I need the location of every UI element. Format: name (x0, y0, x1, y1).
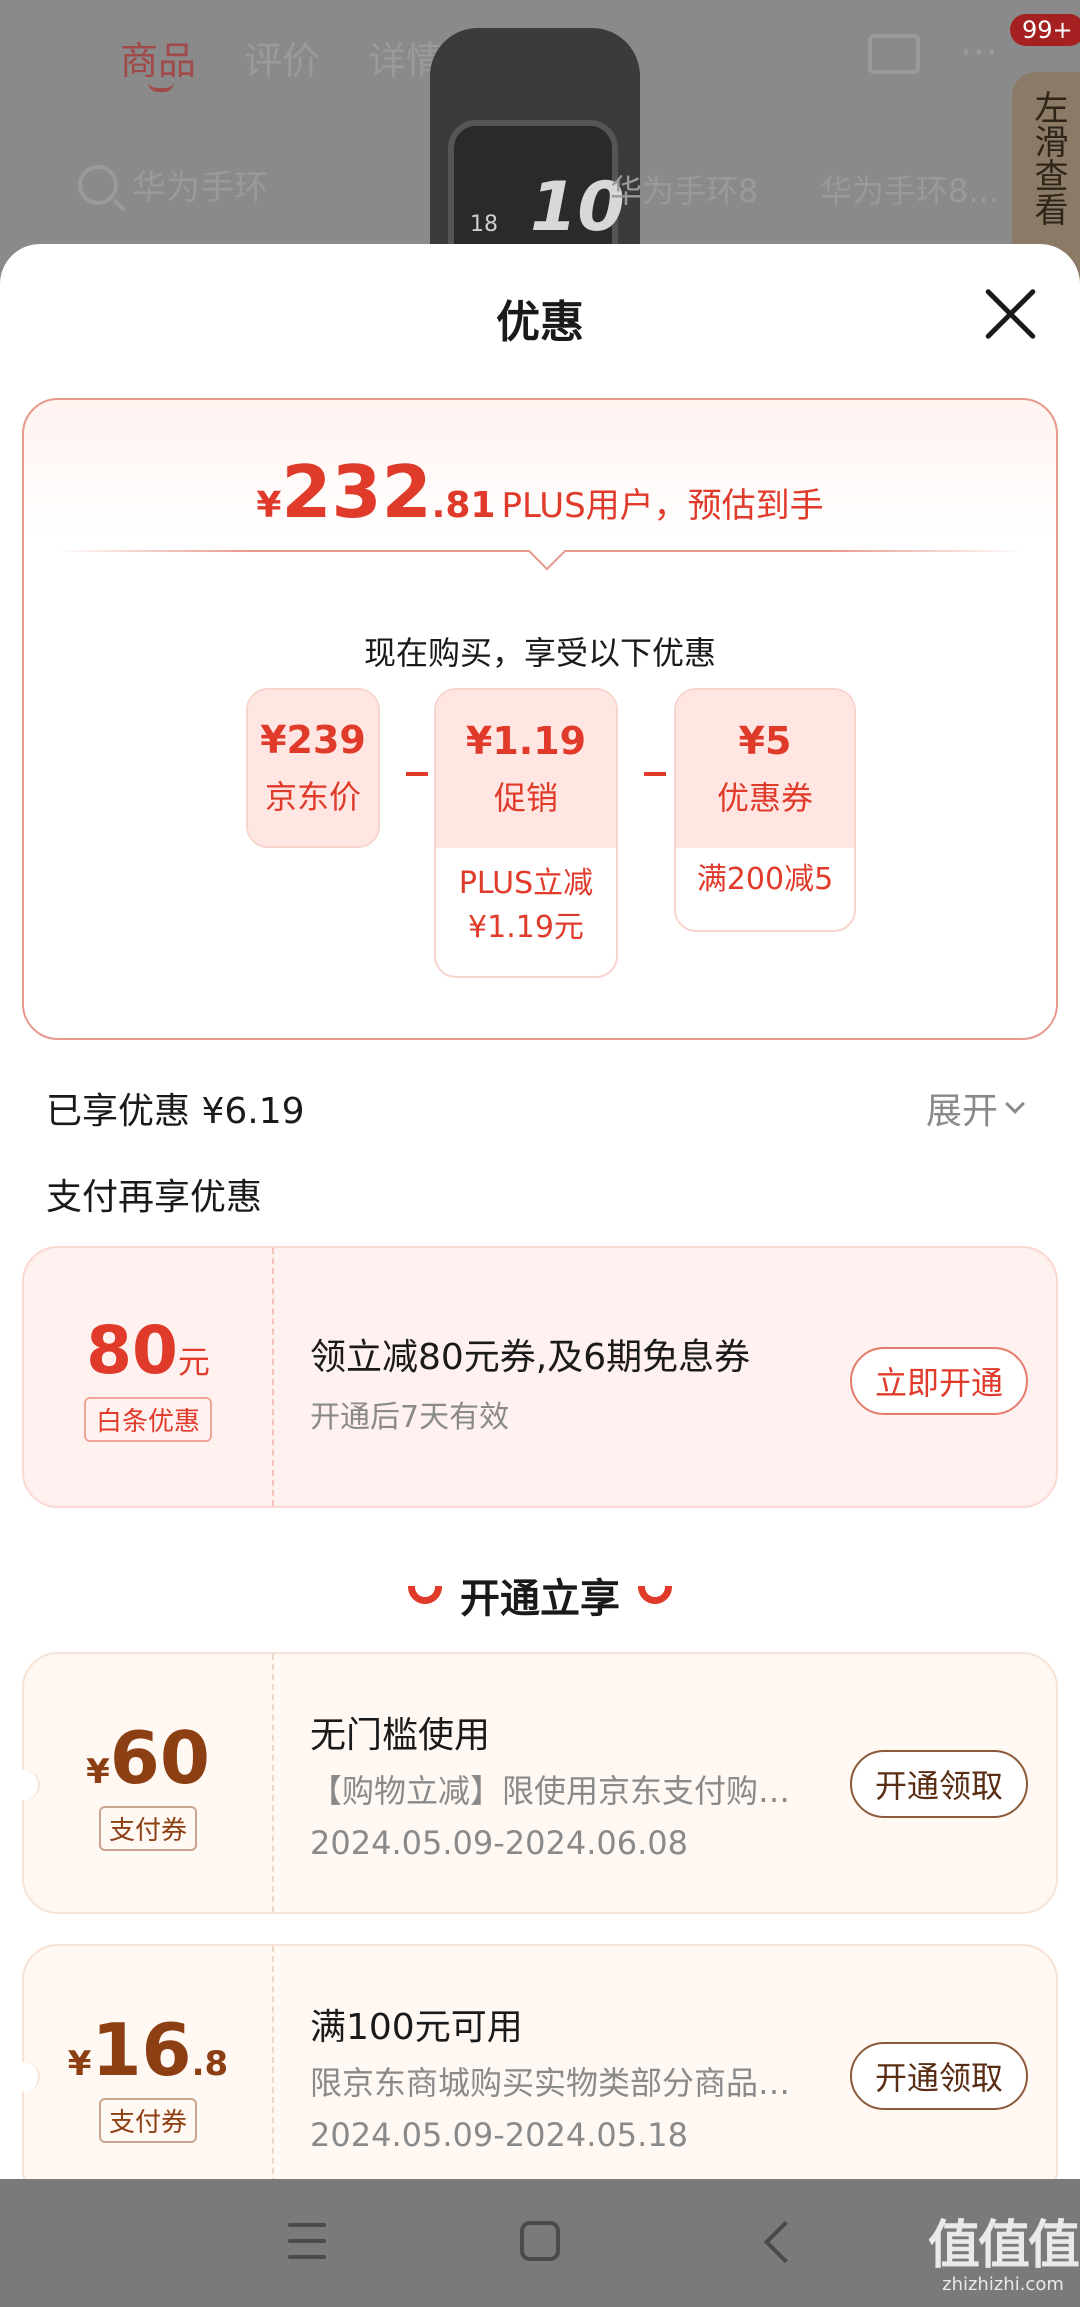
baitiao-amount-unit: 元 (177, 1343, 210, 1381)
baitiao-title: 领立减80元券,及6期免息券 (310, 1337, 751, 1378)
watermark-url: zhizhizhi.com (942, 2274, 1064, 2295)
product-tabs: 商品 评价 详情 (120, 30, 444, 85)
search-bar[interactable]: 华为手环 (78, 160, 268, 209)
minus-sign (406, 772, 428, 776)
pay-more-heading: 支付再享优惠 (46, 1177, 263, 1218)
price-breakdown-card: ¥232.81 PLUS用户，预估到手 现在购买，享受以下优惠 ¥239 京东价 … (22, 398, 1058, 1040)
claim-coupon-button[interactable]: 开通领取 (850, 1750, 1028, 1818)
search-icon (78, 164, 118, 205)
claim-coupon-button[interactable]: 开通领取 (850, 2042, 1028, 2110)
promotion-note: PLUS立减 ¥1.19元 (436, 848, 616, 950)
coupon-currency: ¥ (86, 1751, 110, 1792)
baitiao-subtitle: 开通后7天有效 (310, 1400, 510, 1435)
coupon-currency: ¥ (67, 2043, 92, 2084)
watermark-logo: 值值值 zhizhizhi.com (928, 2203, 1080, 2295)
payment-coupon-card: ¥60 支付券 无门槛使用 【购物立减】限使用京东支付购买部分商品 2024.0… (8, 1652, 1058, 1914)
coupon-validity: 2024.05.09-2024.06.08 (310, 1824, 688, 1862)
coupon-description: 限京东商城购买实物类部分商品使用 (310, 2064, 820, 2102)
open-section-heading: 开通立享 (0, 1566, 1080, 1624)
baitiao-amount: 80元 (86, 1312, 210, 1389)
coupon-box: ¥5 优惠券 满200减5 (674, 688, 856, 932)
promotion-note-line: ¥1.19元 (468, 910, 584, 945)
coupon-label: 优惠券 (716, 779, 813, 817)
coupon-amount-decimal: .8 (191, 2043, 229, 2084)
coupon-note: 满200减5 (676, 848, 854, 902)
chevron-down-icon (1005, 1094, 1025, 1114)
estimated-price: ¥232.81 PLUS用户，预估到手 (24, 450, 1056, 534)
price-integer: 232 (281, 450, 432, 534)
coupon-amount-area: ¥60 支付券 (24, 1654, 274, 1912)
divider-notch (528, 533, 566, 571)
jd-price-top: ¥239 京东价 (248, 690, 378, 846)
coupon-amount-number: 16 (91, 2007, 192, 2092)
baitiao-tag: 白条优惠 (83, 1397, 212, 1442)
tab-reviews[interactable]: 评价 (244, 30, 320, 85)
baitiao-amount-area: 80元 白条优惠 (24, 1248, 274, 1506)
smile-icon (408, 1586, 442, 1604)
discount-sheet: 优惠 ¥232.81 PLUS用户，预估到手 现在购买，享受以下优惠 ¥239 京… (0, 244, 1080, 2179)
price-decimal: .81 (431, 485, 496, 526)
coupon-top: ¥5 优惠券 (676, 690, 854, 848)
promotion-label: 促销 (493, 779, 558, 817)
price-description: PLUS用户，预估到手 (501, 486, 824, 526)
watch-date: 18 (470, 212, 498, 237)
coupon-amount-area: ¥16.8 支付券 (24, 1946, 274, 2179)
side-tab-text: 左滑查看 (1028, 90, 1068, 226)
coupon-tag: 支付券 (98, 1805, 197, 1851)
promotion-box: ¥1.19 促销 PLUS立减 ¥1.19元 (434, 688, 618, 978)
coupon-title: 无门槛使用 (310, 1715, 491, 1756)
coupon-tag: 支付券 (98, 2097, 197, 2143)
coupon-validity: 2024.05.09-2024.05.18 (310, 2116, 688, 2154)
payment-coupon-card: ¥16.8 支付券 满100元可用 限京东商城购买实物类部分商品使用 2024.… (8, 1944, 1058, 2179)
coupon-value: ¥5 (738, 719, 792, 763)
coupon-amount: ¥60 (86, 1716, 210, 1800)
expand-button[interactable]: 展开 (926, 1082, 1025, 1134)
jd-price-label: 京东价 (264, 778, 361, 816)
promotion-top: ¥1.19 促销 (436, 690, 616, 848)
coupon-amount: ¥16.8 (68, 2008, 228, 2092)
price-currency: ¥ (256, 485, 282, 526)
system-nav-bar: 值值值 zhizhizhi.com (0, 2179, 1080, 2307)
more-icon[interactable]: ··· (960, 30, 998, 76)
watermark-text: 值值值 (928, 2216, 1080, 2276)
search-chip[interactable]: 华为手环8... (820, 166, 999, 212)
search-chip[interactable]: 华为手环8 (610, 166, 758, 212)
saved-discount: 已享优惠 ¥6.19 (46, 1091, 305, 1132)
coupon-title: 满100元可用 (310, 2007, 523, 2048)
tab-active-indicator (148, 82, 174, 92)
promotion-note-line: PLUS立减 (458, 866, 594, 901)
baitiao-offer-card: 80元 白条优惠 领立减80元券,及6期免息券 开通后7天有效 立即开通 (22, 1246, 1058, 1508)
back-icon[interactable] (763, 2220, 807, 2264)
jd-price-value: ¥239 (260, 718, 366, 762)
promotion-value: ¥1.19 (465, 719, 587, 763)
smile-icon (638, 1586, 672, 1604)
close-icon[interactable] (980, 284, 1042, 346)
open-section-title: 开通立享 (460, 1576, 620, 1622)
sheet-title: 优惠 (496, 297, 584, 348)
baitiao-amount-number: 80 (86, 1312, 178, 1389)
home-icon[interactable] (520, 2221, 560, 2261)
activate-now-button[interactable]: 立即开通 (850, 1347, 1028, 1415)
expand-label: 展开 (926, 1091, 999, 1132)
minus-sign (644, 772, 666, 776)
search-text: 华为手环 (132, 168, 268, 208)
breakdown-subtitle: 现在购买，享受以下优惠 (363, 634, 716, 672)
message-badge: 99+ (1010, 14, 1080, 46)
coupon-description: 【购物立减】限使用京东支付购买部分商品 (310, 1772, 820, 1810)
coupon-amount-number: 60 (109, 1715, 210, 1800)
coupon-note-line: 满200减5 (696, 862, 834, 897)
tab-product[interactable]: 商品 (120, 30, 196, 85)
jd-price-box: ¥239 京东价 (246, 688, 380, 848)
share-icon[interactable] (868, 34, 920, 74)
menu-icon[interactable] (288, 2223, 326, 2259)
